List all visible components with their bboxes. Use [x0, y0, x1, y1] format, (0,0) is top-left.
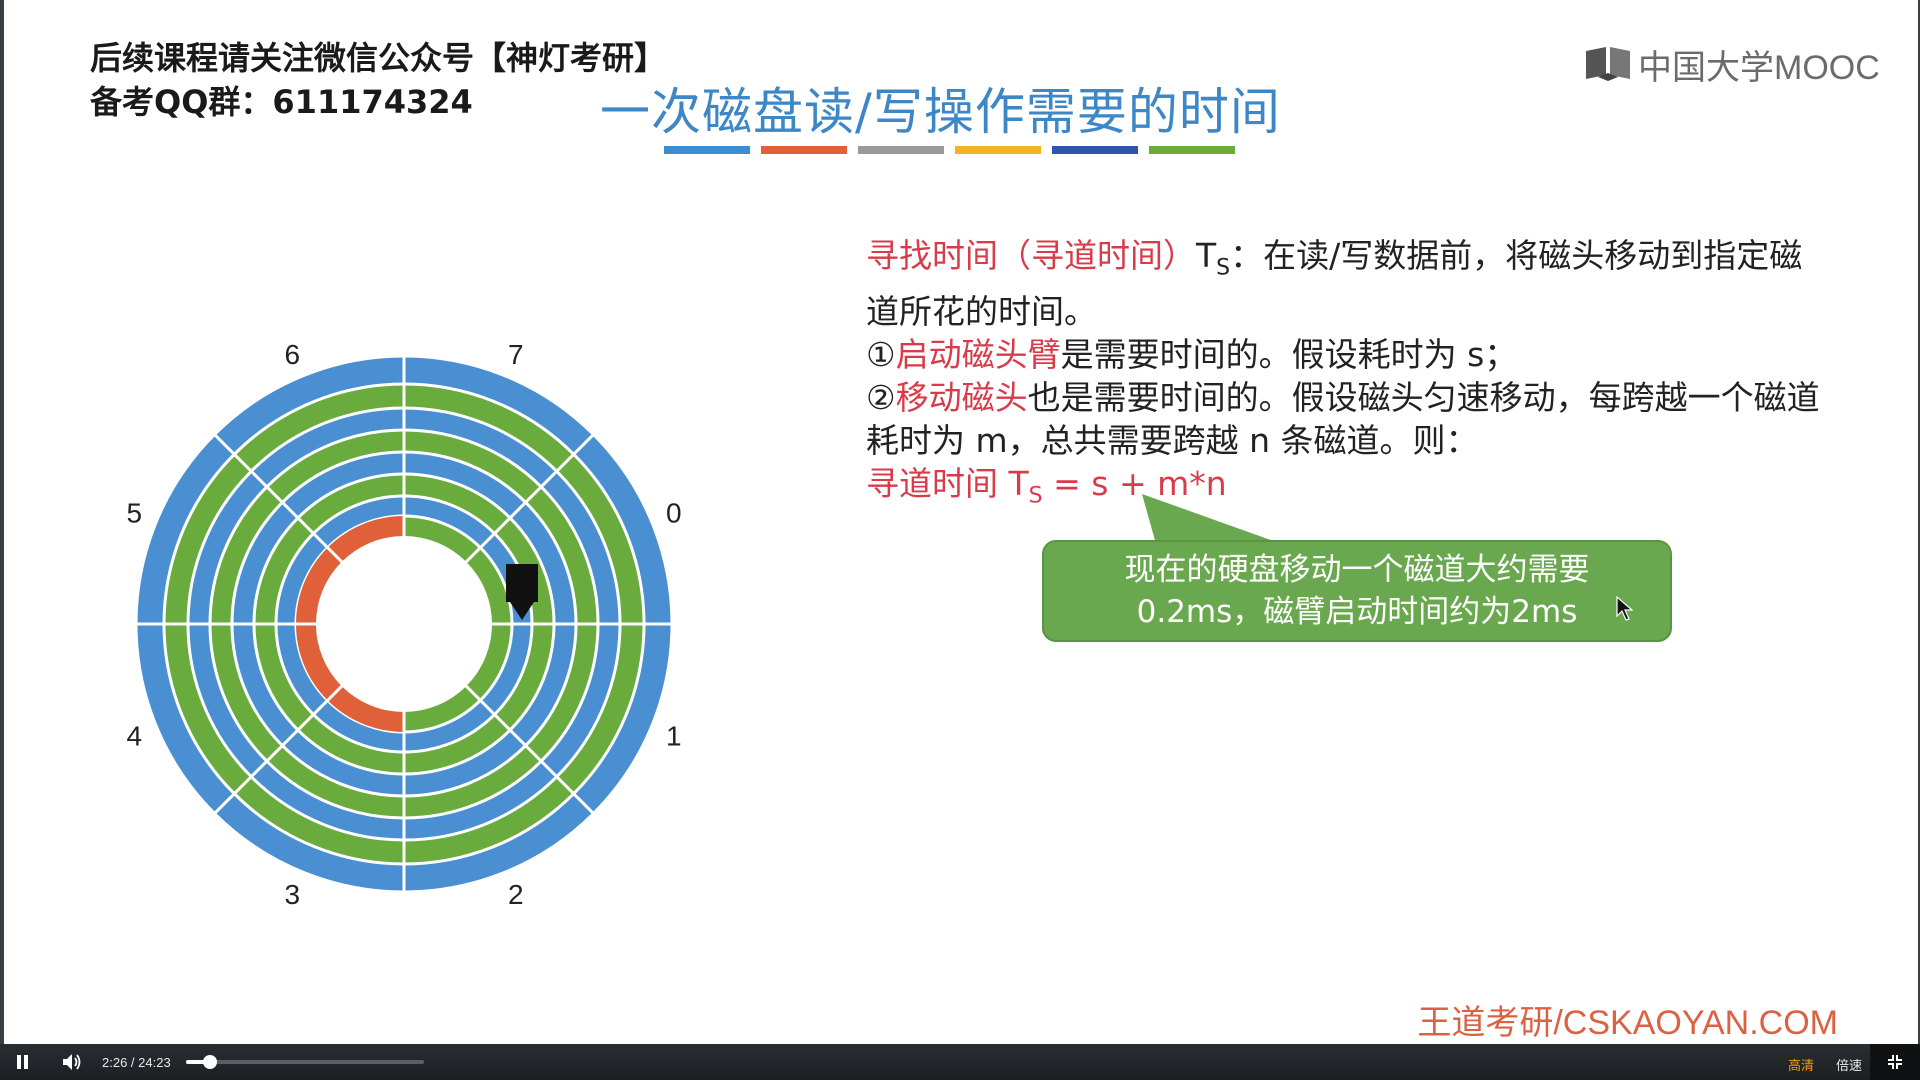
sector-label: 6	[284, 339, 300, 370]
sector-label: 5	[126, 497, 142, 528]
logo-text: 中国大学MOOC	[1638, 48, 1880, 87]
slide-title: 一次磁盘读/写操作需要的时间	[600, 83, 1281, 141]
quality-button[interactable]: 高清	[1788, 1055, 1814, 1074]
item1-term: 启动磁头臂	[895, 334, 1061, 374]
seek-subscript: S	[1216, 255, 1231, 281]
sector-label: 0	[666, 497, 682, 528]
seek-time-explanation: 寻找时间（寻道时间）TS：在读/写数据前，将磁头移动到指定磁道所花的时间。 ①启…	[866, 234, 1826, 517]
time-display: 2:26 / 24:23	[102, 1055, 171, 1070]
book-logo-icon	[1586, 47, 1630, 81]
seek-term: 寻找时间（寻道时间）	[866, 236, 1196, 275]
callout-box: 现在的硬盘移动一个磁道大约需要 0.2ms，磁臂启动时间约为2ms	[1042, 540, 1672, 642]
sector-label: 4	[126, 721, 142, 752]
mouse-cursor-icon	[1616, 596, 1634, 621]
callout-pointer	[1142, 494, 1282, 544]
progress-thumb[interactable]	[202, 1055, 217, 1069]
pause-button[interactable]	[14, 1054, 30, 1070]
volume-icon[interactable]	[62, 1053, 82, 1071]
title-color-bar	[955, 146, 1041, 154]
title-color-bar	[761, 146, 847, 154]
watermark: 王道考研/CSKAOYAN.COM	[1417, 1004, 1838, 1042]
speed-button[interactable]: 倍速	[1836, 1055, 1862, 1074]
sector-label: 2	[508, 879, 524, 910]
disk-hub	[316, 536, 492, 712]
video-player-controls: 2:26 / 24:23 高清 倍速	[0, 1044, 1920, 1080]
sector-label: 3	[284, 879, 300, 910]
title-color-bar	[664, 146, 750, 154]
title-color-bars	[664, 146, 1235, 154]
sector-label: 1	[666, 721, 682, 752]
title-color-bar	[1149, 146, 1235, 154]
slide: 后续课程请关注微信公众号【神灯考研】 备考QQ群：611174324 中国大学M…	[4, 0, 1918, 1044]
progress-bar[interactable]	[186, 1055, 424, 1069]
wechat-note: 后续课程请关注微信公众号【神灯考研】	[90, 39, 667, 77]
exit-fullscreen-icon	[1888, 1055, 1902, 1069]
formula-subscript: S	[1028, 483, 1043, 509]
read-write-head	[506, 564, 538, 602]
title-color-bar	[1052, 146, 1138, 154]
seek-symbol: T	[1196, 236, 1217, 275]
item2-marker: ②	[866, 377, 896, 417]
item1-marker: ①	[866, 334, 896, 374]
qq-group-note: 备考QQ群：611174324	[90, 83, 473, 121]
item1-text: 是需要时间的。假设耗时为 s；	[1060, 334, 1518, 374]
callout-line2: 0.2ms，磁臂启动时间约为2ms	[1136, 594, 1578, 630]
title-color-bar	[858, 146, 944, 154]
item2-term: 移动磁头	[895, 377, 1028, 417]
seek-formula: 寻道时间 TS = s + m*n	[866, 462, 1826, 518]
sector-label: 7	[508, 339, 524, 370]
callout-line1: 现在的硬盘移动一个磁道大约需要	[1124, 552, 1590, 588]
formula-prefix: 寻道时间 T	[866, 463, 1029, 503]
exit-fullscreen-button[interactable]	[1870, 1044, 1920, 1080]
disk-diagram: 0 1 2 3 4 5 6 7	[126, 339, 682, 910]
mooc-logo: 中国大学MOOC	[1584, 44, 1880, 87]
